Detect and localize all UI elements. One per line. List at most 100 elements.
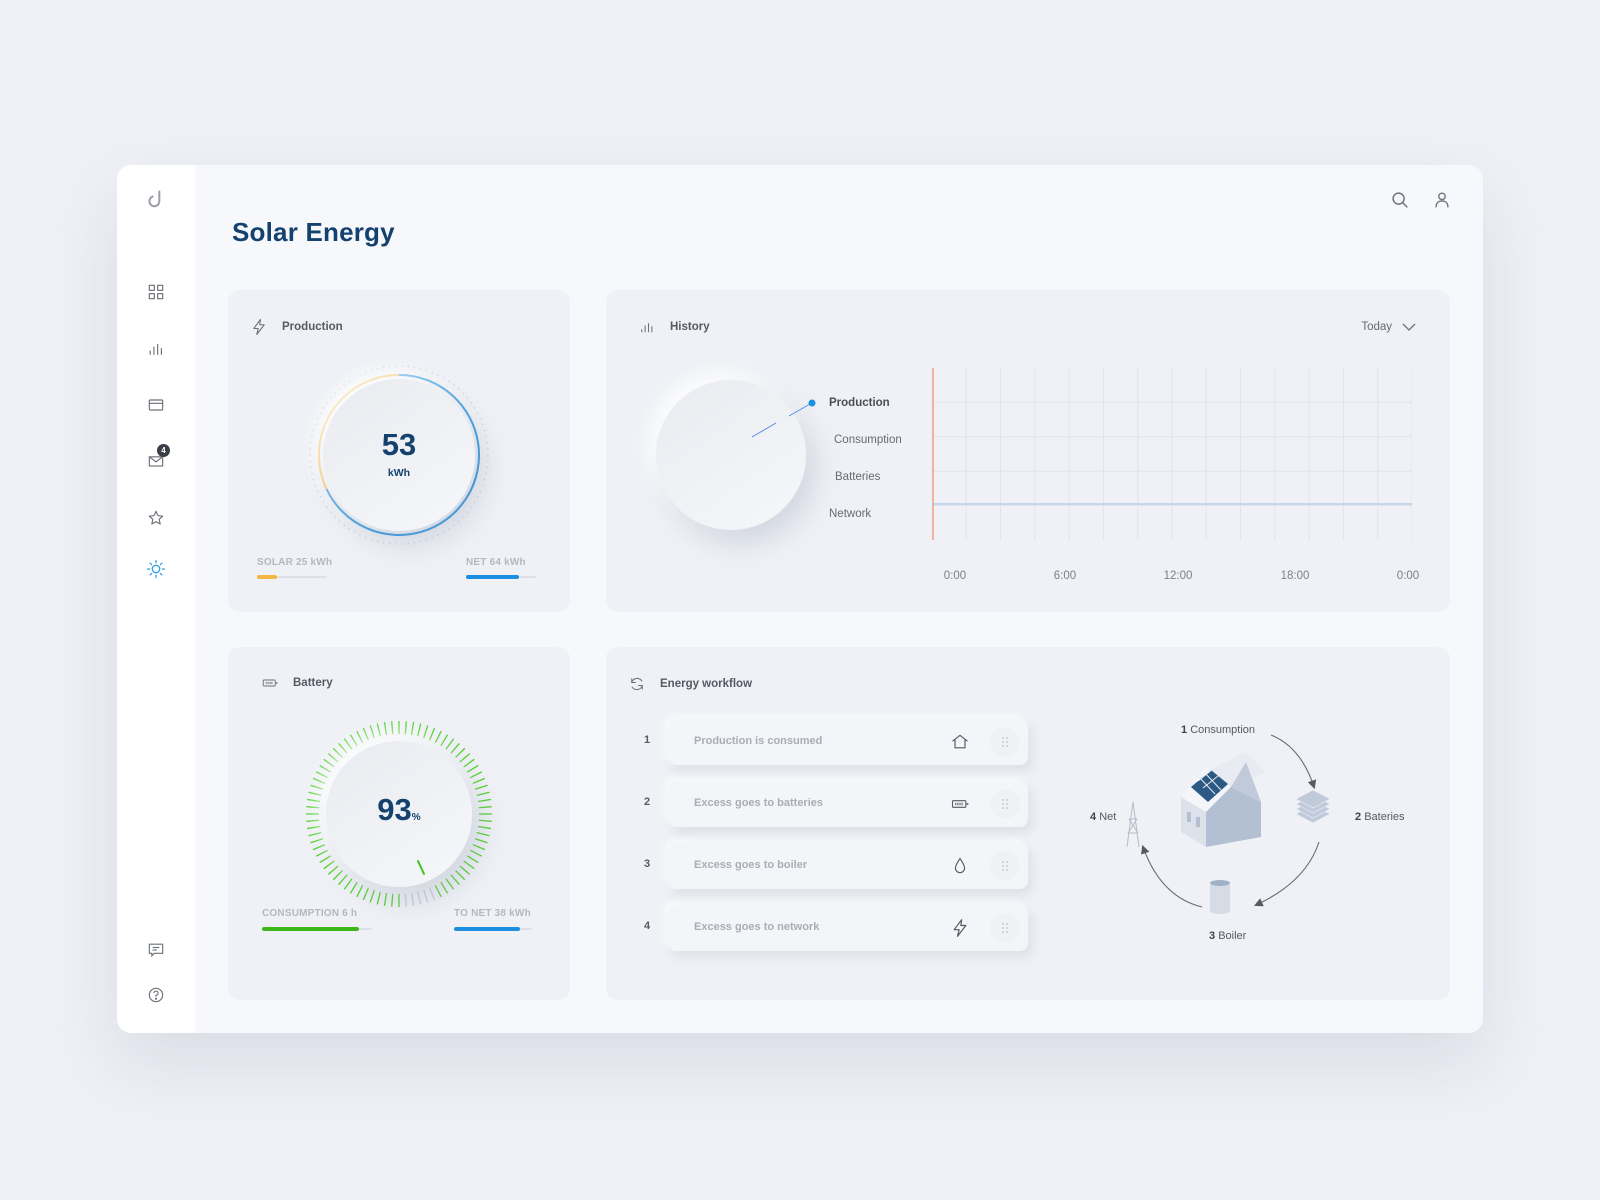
messages-badge: 4 — [157, 444, 170, 457]
gauge-dot — [370, 369, 373, 372]
gauge-dot — [343, 524, 345, 526]
diagram-consumption-label: 1 Consumption — [1181, 724, 1256, 736]
diagram-net-label: 4 Net — [1090, 811, 1117, 823]
gauge-dot — [407, 365, 410, 368]
history-chart — [932, 368, 1412, 540]
gauge-dot — [462, 516, 464, 518]
battery-value: 93 — [377, 792, 412, 827]
sidebar-item-solar-energy[interactable] — [144, 557, 168, 581]
sidebar-item-chat[interactable] — [144, 938, 168, 962]
diagram-batteries-label: 2 Bateries — [1355, 811, 1405, 823]
flow-arrow — [1254, 841, 1320, 907]
gauge-dot — [413, 366, 416, 369]
gauge-dot — [326, 401, 328, 404]
gauge-dot — [334, 392, 336, 394]
gauge-dot — [319, 412, 322, 414]
gauge-dot — [457, 388, 460, 390]
gauge-dot — [322, 407, 325, 409]
gauge-dot — [473, 407, 476, 409]
x-tick: 12:00 — [1163, 570, 1193, 582]
gauge-dot — [364, 536, 367, 539]
gauge-dot — [376, 367, 379, 370]
gauge-dot — [364, 371, 367, 374]
house-illustration — [1181, 752, 1266, 847]
gauge-dot — [330, 511, 332, 513]
x-tick: 6:00 — [1053, 570, 1077, 582]
consumption-progress — [262, 927, 372, 931]
gauge-dot — [316, 418, 319, 420]
search-button[interactable] — [1389, 189, 1411, 211]
solar-label: SOLAR 25 kWh — [257, 557, 333, 568]
sidebar-item-dashboard[interactable] — [144, 280, 168, 304]
gauge-dot — [316, 490, 319, 492]
boiler-illustration — [1210, 880, 1230, 914]
gauge-dot — [431, 371, 434, 374]
gauge-dot — [359, 534, 361, 536]
x-tick: 0:00 — [1396, 570, 1420, 582]
legend-consumption[interactable]: Consumption — [834, 434, 902, 446]
gauge-dot — [481, 484, 484, 487]
gauge-dot — [401, 543, 403, 545]
crescent-logo-icon[interactable] — [144, 187, 168, 211]
gauge-dot — [479, 418, 482, 420]
gauge-dot — [473, 501, 476, 503]
production-header: Production — [250, 318, 343, 336]
x-tick: 0:00 — [943, 570, 967, 582]
gauge-dot — [353, 377, 356, 379]
dashboard-grid-icon — [148, 284, 164, 300]
gauge-dot — [453, 384, 455, 386]
gauge-dot — [348, 380, 350, 382]
gauge-dot — [442, 377, 445, 379]
gauge-dot — [453, 524, 455, 526]
gauge-dot — [319, 496, 322, 498]
gauge-dot — [314, 423, 317, 426]
sidebar-item-favorites[interactable] — [144, 506, 168, 530]
energy-workflow-card: Energy workflow 1 Production is consumed… — [606, 647, 1450, 1000]
gauge-dot — [338, 388, 341, 390]
bar-chart-icon — [149, 344, 162, 355]
help-icon — [148, 987, 164, 1003]
gauge-dot — [470, 506, 472, 509]
net-label: NET 64 kWh — [466, 557, 526, 568]
gauge-dot — [407, 542, 410, 545]
gauge-dot — [483, 478, 486, 481]
gauge-dot — [343, 384, 345, 386]
gauge-dot — [437, 374, 439, 376]
gauge-dot — [334, 516, 336, 518]
page-title: Solar Energy — [232, 217, 395, 247]
gauge-dot — [425, 538, 428, 541]
gauge-dot — [322, 501, 325, 503]
batteries-illustration — [1295, 789, 1331, 824]
sidebar: 4 — [117, 165, 195, 1033]
gauge-dot — [437, 534, 439, 536]
legend-network[interactable]: Network — [829, 508, 871, 520]
gauge-dot — [448, 380, 450, 382]
production-value: 53 — [381, 427, 417, 462]
sidebar-item-messages[interactable]: 4 — [144, 444, 170, 473]
gauge-dot — [312, 478, 315, 481]
app-window: 4 Solar Energy Production 53 kWh SOLAR 2… — [117, 165, 1483, 1033]
gauge-dot — [353, 531, 356, 533]
gauge-dot — [382, 366, 385, 369]
chat-icon — [148, 943, 164, 958]
to-net-label: TO NET 38 kWh — [454, 908, 531, 919]
history-card: History Today Production Consumption Bat… — [606, 290, 1450, 612]
sidebar-item-help[interactable] — [144, 983, 168, 1007]
search-icon — [1392, 192, 1408, 208]
gauge-dot — [470, 401, 472, 404]
flow-arrow — [1141, 844, 1203, 908]
lightning-icon — [253, 318, 265, 336]
gauge-dot — [457, 520, 460, 522]
net-progress — [466, 575, 536, 579]
gauge-dot — [330, 397, 332, 399]
gauge-dot — [476, 412, 479, 414]
legend-batteries[interactable]: Batteries — [835, 471, 880, 483]
legend-production[interactable]: Production — [829, 397, 890, 409]
gauge-dot — [376, 540, 379, 543]
user-button[interactable] — [1431, 189, 1453, 211]
gauge-dot — [481, 423, 484, 426]
gauge-dot — [425, 369, 428, 372]
gauge-dot — [431, 536, 434, 539]
sidebar-item-payments[interactable] — [144, 393, 168, 417]
sidebar-item-statistics[interactable] — [144, 337, 168, 361]
